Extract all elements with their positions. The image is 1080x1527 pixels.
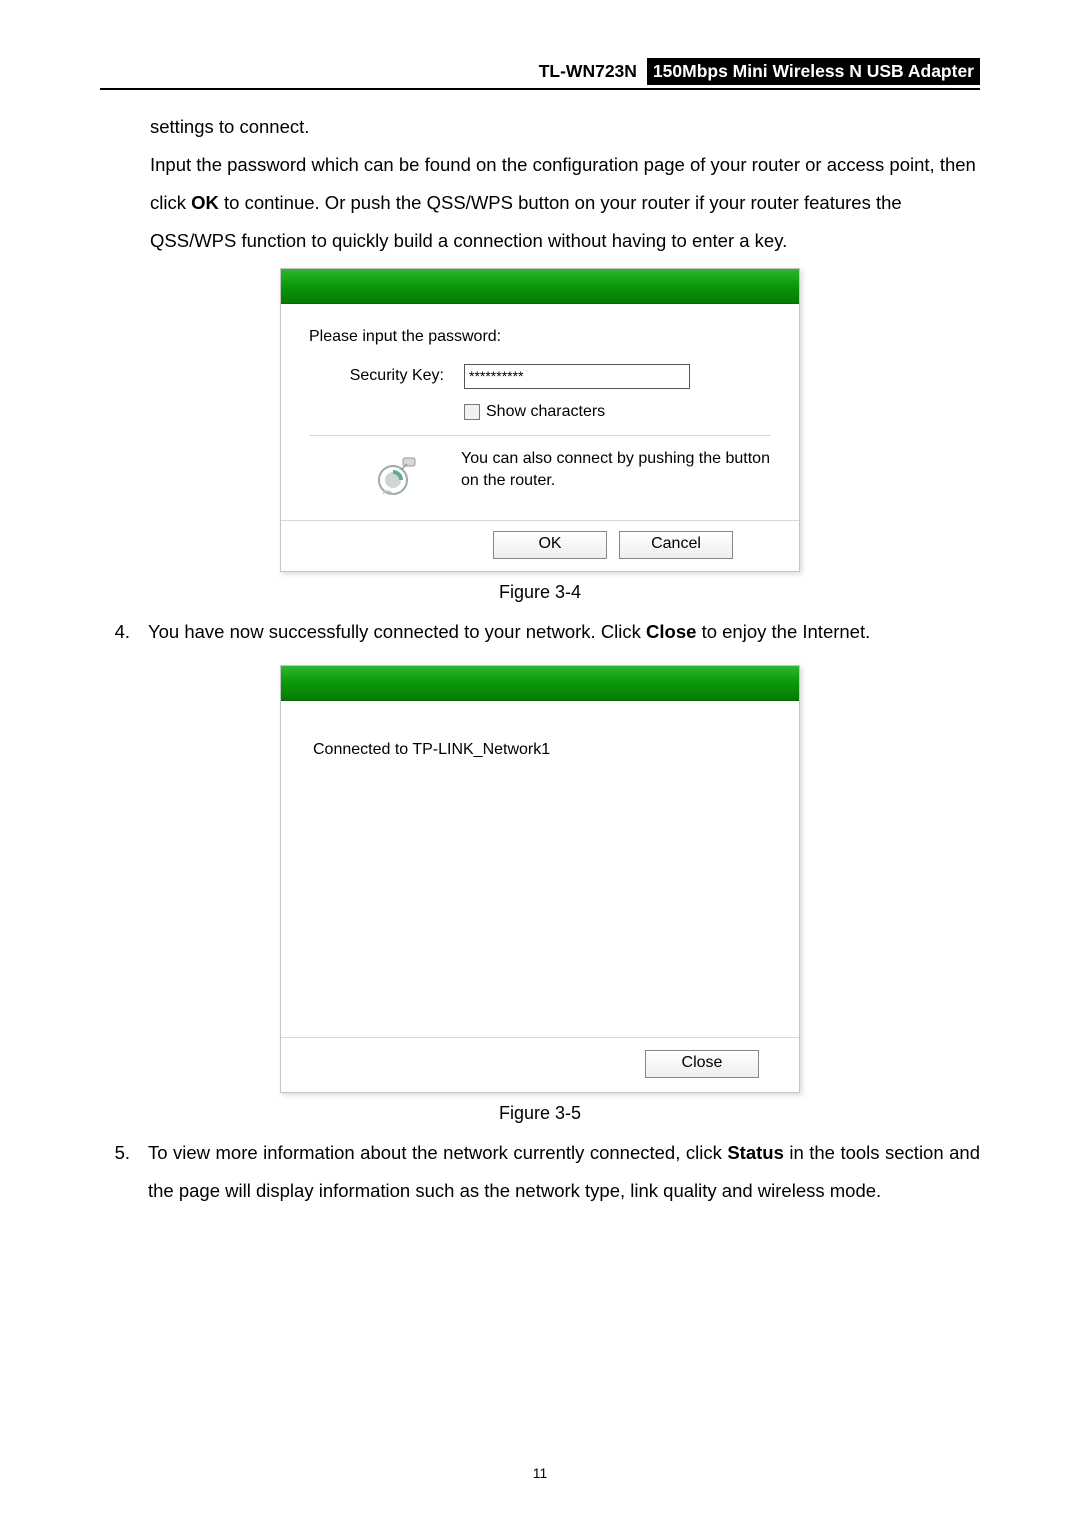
bold-status: Status <box>727 1142 784 1163</box>
figure-3-5-caption: Figure 3-5 <box>100 1103 980 1124</box>
connected-text: Connected to TP-LINK_Network1 <box>313 741 767 759</box>
model-number: TL-WN723N <box>539 61 647 82</box>
paragraph-password-instruction: Input the password which can be found on… <box>150 146 980 260</box>
wps-router-icon <box>369 448 423 502</box>
password-prompt: Please input the password: <box>309 328 771 346</box>
bold-ok: OK <box>191 192 219 213</box>
dialog-titlebar <box>281 666 799 701</box>
connected-dialog: Connected to TP-LINK_Network1 Close <box>280 665 800 1093</box>
show-characters-checkbox[interactable] <box>464 404 480 420</box>
security-key-label: Security Key: <box>309 367 464 385</box>
paragraph-settings: settings to connect. <box>150 108 980 146</box>
close-button[interactable]: Close <box>645 1050 759 1078</box>
product-subtitle: 150Mbps Mini Wireless N USB Adapter <box>647 58 980 85</box>
text-after-ok: to continue. Or push the QSS/WPS button … <box>150 192 902 251</box>
security-key-input[interactable]: ********** <box>464 364 690 389</box>
item4-text: You have now successfully connected to y… <box>148 613 980 651</box>
bold-close: Close <box>646 621 696 642</box>
password-dialog: Please input the password: Security Key:… <box>280 268 800 572</box>
figure-3-4-caption: Figure 3-4 <box>100 582 980 603</box>
divider <box>309 435 771 436</box>
list-number-4: 4. <box>100 613 148 651</box>
page-number: 11 <box>0 1465 1080 1481</box>
cancel-button[interactable]: Cancel <box>619 531 733 559</box>
dialog-titlebar <box>281 269 799 304</box>
list-number-5: 5. <box>100 1134 148 1210</box>
item5-text: To view more information about the netwo… <box>148 1134 980 1210</box>
page-header: TL-WN723N 150Mbps Mini Wireless N USB Ad… <box>100 58 980 90</box>
ok-button[interactable]: OK <box>493 531 607 559</box>
wps-hint-text: You can also connect by pushing the butt… <box>461 448 771 493</box>
show-characters-label: Show characters <box>486 403 605 421</box>
